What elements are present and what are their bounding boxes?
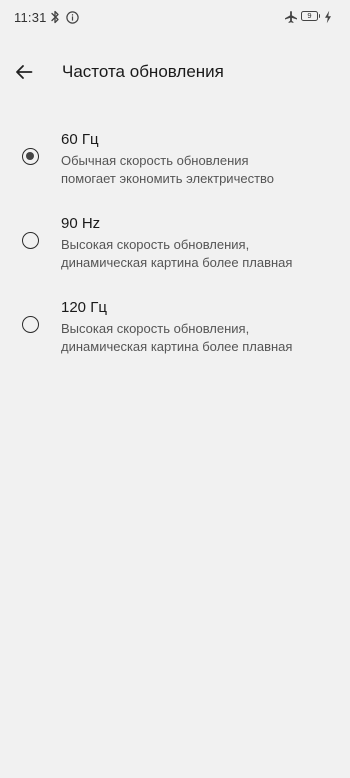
option-title: 60 Гц <box>61 131 99 148</box>
option-title: 120 Гц <box>61 299 107 316</box>
option-description-line: Высокая скорость обновления, <box>61 237 250 252</box>
option-120hz[interactable]: 120 Гц Высокая скорость обновления, дина… <box>0 294 350 378</box>
charging-bolt-icon <box>325 10 331 24</box>
option-description-line: помогает экономить электричество <box>61 171 275 186</box>
airplane-mode-icon <box>285 11 297 23</box>
option-description: Высокая скорость обновления, динамическа… <box>61 320 346 356</box>
option-description-line: динамическая картина более плавная <box>61 339 293 354</box>
info-icon <box>66 11 79 24</box>
bluetooth-icon <box>51 10 59 24</box>
option-description: Высокая скорость обновления, динамическа… <box>61 236 346 272</box>
option-60hz[interactable]: 60 Гц Обычная скорость обновления помога… <box>0 126 350 210</box>
option-description-line: Высокая скорость обновления, <box>61 321 250 336</box>
arrow-left-icon <box>16 65 33 79</box>
radio-120hz[interactable] <box>22 316 39 333</box>
back-button[interactable] <box>10 58 38 86</box>
refresh-rate-options: 60 Гц Обычная скорость обновления помога… <box>0 126 350 378</box>
option-description-line: Обычная скорость обновления <box>61 153 249 168</box>
option-description: Обычная скорость обновления помогает эко… <box>61 152 346 188</box>
app-bar: Частота обновления <box>0 52 350 92</box>
option-title: 90 Hz <box>61 215 101 232</box>
option-90hz[interactable]: 90 Hz Высокая скорость обновления, динам… <box>0 210 350 294</box>
status-bar: 11:31 9 <box>0 0 350 36</box>
page-title: Частота обновления <box>62 62 224 81</box>
status-time: 11:31 <box>14 10 47 25</box>
battery-icon: 9 <box>301 11 321 21</box>
option-description-line: динамическая картина более плавная <box>61 255 293 270</box>
radio-60hz[interactable] <box>22 148 39 165</box>
radio-90hz[interactable] <box>22 232 39 249</box>
